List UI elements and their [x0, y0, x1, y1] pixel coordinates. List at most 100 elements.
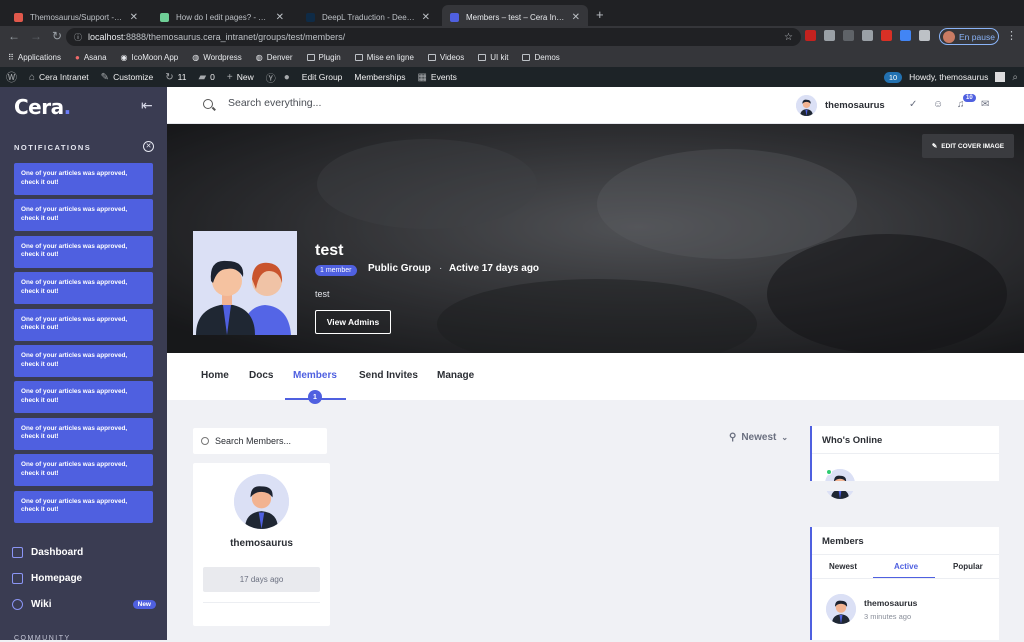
- tab-newest[interactable]: Newest: [829, 562, 857, 571]
- member-last-active: 3 minutes ago: [864, 612, 912, 621]
- notification-item[interactable]: One of your articles was approved, check…: [14, 381, 153, 414]
- bookmark-wordpress[interactable]: ◍ Wordpress: [192, 53, 242, 62]
- tab-title: DeepL Traduction - DeepL Trad: [322, 13, 416, 22]
- folder-icon: [522, 54, 531, 61]
- tab-popular[interactable]: Popular: [953, 562, 983, 571]
- close-icon[interactable]: ✕: [572, 12, 580, 23]
- tab-send-invites[interactable]: Send Invites: [359, 370, 418, 381]
- search-icon[interactable]: ⌕: [1012, 72, 1018, 83]
- sidebar-item-label: Wiki: [31, 599, 52, 610]
- extension-icon[interactable]: [881, 30, 892, 41]
- bookmark-ui-kit[interactable]: UI kit: [478, 53, 508, 62]
- collapse-menu-icon[interactable]: ⇤: [141, 97, 153, 114]
- notification-item[interactable]: One of your articles was approved, check…: [14, 490, 153, 523]
- new-tab-icon[interactable]: +: [596, 7, 604, 22]
- extension-icon[interactable]: [900, 30, 911, 41]
- notification-item[interactable]: One of your articles was approved, check…: [14, 235, 153, 268]
- customize-link[interactable]: ✎ Customize: [101, 72, 154, 83]
- sidebar-item-dashboard[interactable]: Dashboard: [12, 547, 156, 558]
- close-icon[interactable]: ✕: [130, 12, 138, 23]
- account-avatar[interactable]: [995, 72, 1006, 82]
- view-admins-button[interactable]: View Admins: [315, 310, 391, 334]
- member-name[interactable]: themosaurus: [193, 538, 330, 549]
- bookmark-denver[interactable]: ◍ Denver: [256, 53, 293, 62]
- url-field[interactable]: ⓘ localhost :8888/themosaurus.cera_intra…: [66, 28, 801, 46]
- tab-count-badge: 1: [308, 390, 322, 404]
- tab-favicon-icon: [14, 13, 23, 22]
- group-avatar[interactable]: [193, 231, 297, 335]
- notification-count-badge[interactable]: 10: [883, 71, 903, 83]
- events-link[interactable]: ▦ Events: [417, 72, 456, 83]
- howdy-account-link[interactable]: Howdy, themosaurus: [909, 72, 988, 82]
- wp-admin-bar: Ⓦ ⌂ Cera Intranet ✎ Customize ↻ 11 ▰ 0 + New …: [0, 67, 1024, 87]
- extension-icon[interactable]: [805, 30, 816, 41]
- extension-icon[interactable]: [862, 30, 873, 41]
- pause-label: En pause: [959, 31, 995, 42]
- tab-favicon-icon: [160, 13, 169, 22]
- tab-manage[interactable]: Manage: [437, 370, 474, 381]
- update-icon: ↻: [165, 71, 174, 83]
- close-icon[interactable]: ✕: [143, 141, 154, 152]
- puzzle-icon[interactable]: [919, 30, 930, 41]
- yoast-icon: Ⓨ: [265, 73, 276, 85]
- sort-dropdown[interactable]: ⚲ Newest ⌄: [729, 432, 788, 443]
- edit-cover-label: EDIT COVER IMAGE: [941, 142, 1005, 150]
- check-icon[interactable]: ✓: [909, 100, 919, 110]
- tab-home[interactable]: Home: [201, 370, 229, 381]
- avatar[interactable]: [234, 474, 289, 529]
- close-icon[interactable]: ✕: [422, 12, 430, 23]
- tab-active[interactable]: Active: [894, 562, 918, 571]
- member-search[interactable]: [193, 428, 327, 454]
- notification-item[interactable]: One of your articles was approved, check…: [14, 417, 153, 450]
- member-card[interactable]: themosaurus 17 days ago: [193, 463, 330, 626]
- search-members-input[interactable]: [215, 436, 323, 446]
- mail-icon[interactable]: ✉: [981, 100, 991, 110]
- search-input[interactable]: [228, 97, 528, 109]
- yoast-link[interactable]: Ⓨ ●: [266, 70, 290, 85]
- friends-icon[interactable]: ☺: [933, 100, 943, 110]
- avatar[interactable]: [826, 594, 856, 624]
- edit-cover-image-button[interactable]: ✎ EDIT COVER IMAGE: [922, 134, 1014, 158]
- sidebar-item-homepage[interactable]: Homepage: [12, 573, 156, 584]
- dashboard-icon: [12, 547, 23, 558]
- menu-dots-icon[interactable]: ⋮: [1006, 29, 1017, 42]
- profile-pause-button[interactable]: En pause: [939, 28, 999, 45]
- brush-icon: ✎: [100, 71, 110, 83]
- bookmark-videos[interactable]: Videos: [427, 53, 464, 62]
- comments-link[interactable]: ▰ 0: [198, 72, 214, 83]
- bookmark-asana[interactable]: ● Asana: [75, 53, 107, 62]
- sidebar-item-wiki[interactable]: Wiki New: [12, 599, 156, 610]
- icomoon-icon: ◉: [120, 53, 128, 62]
- notification-item[interactable]: One of your articles was approved, check…: [14, 454, 153, 487]
- edit-group-link[interactable]: Edit Group: [302, 72, 343, 82]
- tab-docs[interactable]: Docs: [249, 370, 273, 381]
- extension-icon[interactable]: [843, 30, 854, 41]
- profile-avatar: [943, 30, 955, 43]
- user-menu[interactable]: themosaurus: [796, 95, 885, 116]
- notification-item[interactable]: One of your articles was approved, check…: [14, 308, 153, 341]
- notification-item[interactable]: One of your articles was approved, check…: [14, 199, 153, 232]
- notification-item[interactable]: One of your articles was approved, check…: [14, 163, 153, 195]
- top-header: themosaurus ✓ ☺ ♫ 10 ✉: [167, 87, 1024, 124]
- forward-icon[interactable]: →: [30, 29, 42, 43]
- bookmark-plugin[interactable]: Plugin: [306, 53, 341, 62]
- close-icon[interactable]: ✕: [276, 12, 284, 23]
- bookmark-mise-en-ligne[interactable]: Mise en ligne: [354, 53, 414, 62]
- bookmark-icomoon[interactable]: ◉ IcoMoon App: [121, 53, 179, 62]
- tab-members[interactable]: Members: [293, 370, 337, 381]
- reload-icon[interactable]: ↻: [52, 29, 62, 43]
- new-content-link[interactable]: + New: [227, 72, 254, 83]
- updates-link[interactable]: ↻ 11: [165, 72, 186, 83]
- bookmark-demos[interactable]: Demos: [522, 53, 560, 62]
- bookmark-applications[interactable]: ⠿ Applications: [8, 53, 61, 62]
- site-name-link[interactable]: ⌂ Cera Intranet: [29, 72, 89, 83]
- wordpress-logo[interactable]: Ⓦ: [6, 69, 17, 85]
- back-icon[interactable]: ←: [8, 29, 20, 43]
- extension-icon[interactable]: [824, 30, 835, 41]
- search-icon: [203, 99, 213, 109]
- notification-item[interactable]: One of your articles was approved, check…: [14, 345, 153, 377]
- member-name[interactable]: themosaurus: [864, 598, 917, 608]
- memberships-link[interactable]: Memberships: [354, 72, 405, 82]
- site-logo[interactable]: Cera.: [14, 95, 71, 119]
- notification-item[interactable]: One of your articles was approved, check…: [14, 272, 153, 305]
